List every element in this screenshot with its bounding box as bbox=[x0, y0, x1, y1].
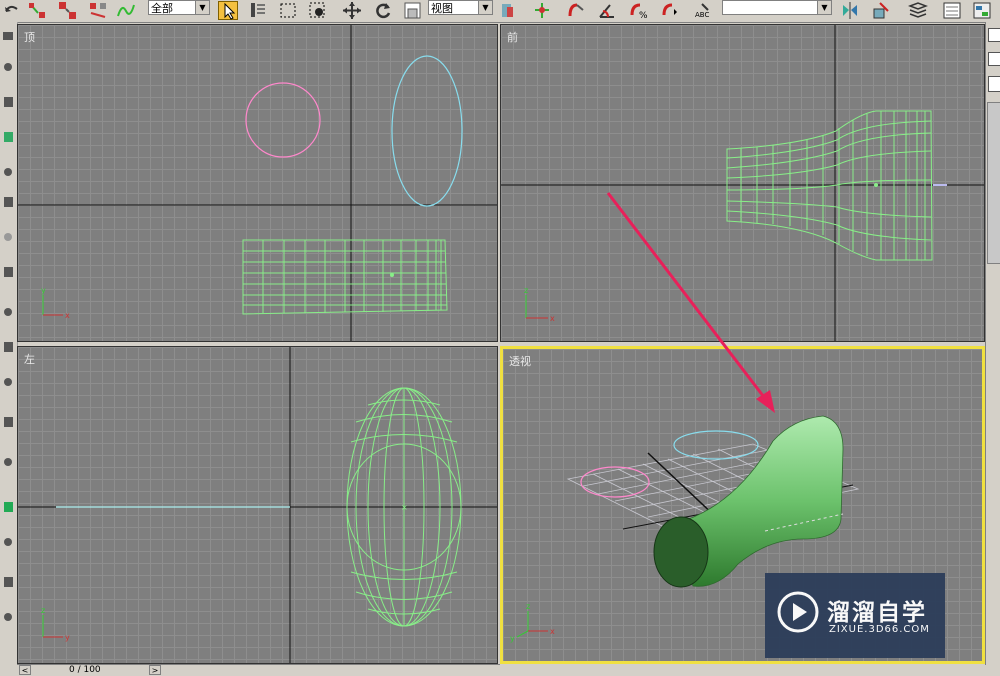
timeline-next-button[interactable]: > bbox=[149, 665, 161, 675]
play-logo-icon bbox=[777, 591, 819, 633]
arrow-head bbox=[756, 390, 775, 413]
time-slider[interactable]: < 0 / 100 > bbox=[17, 664, 500, 676]
arrow-shaft bbox=[606, 192, 772, 406]
watermark-subtitle: ZIXUE.3D66.COM bbox=[829, 624, 930, 635]
watermark-title: 溜溜自学 bbox=[827, 600, 927, 626]
watermark: 溜溜自学 ZIXUE.3D66.COM bbox=[765, 573, 945, 658]
timeline-prev-button[interactable]: < bbox=[19, 665, 31, 675]
frame-counter: 0 / 100 bbox=[69, 665, 101, 675]
